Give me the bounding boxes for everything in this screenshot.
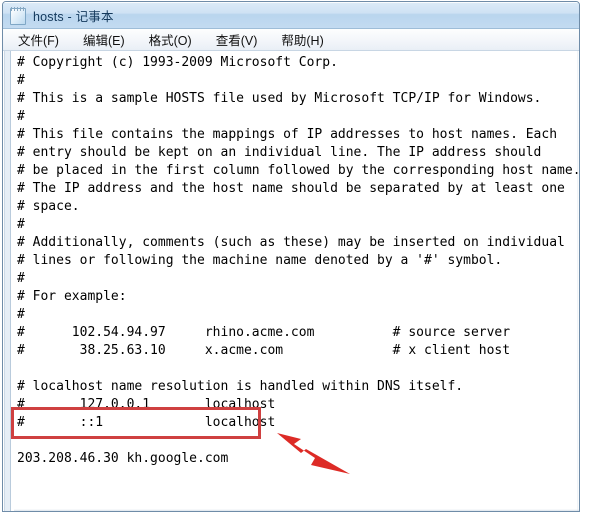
notepad-icon bbox=[9, 6, 26, 25]
menu-item-edit[interactable]: 编辑(E) bbox=[79, 29, 134, 51]
hosts-file-text[interactable]: # Copyright (c) 1993-2009 Microsoft Corp… bbox=[14, 54, 579, 468]
editor-client-area: # Copyright (c) 1993-2009 Microsoft Corp… bbox=[3, 51, 579, 511]
menu-bar: 文件(F) 编辑(E) 格式(O) 查看(V) 帮助(H) bbox=[3, 29, 579, 51]
page-right-edge bbox=[577, 51, 579, 511]
title-bar[interactable]: hosts - 记事本 bbox=[3, 2, 579, 29]
page-bottom-edge bbox=[14, 509, 579, 511]
text-editor[interactable]: # Copyright (c) 1993-2009 Microsoft Corp… bbox=[14, 51, 579, 511]
menu-item-file[interactable]: 文件(F) bbox=[14, 29, 68, 51]
window-title: hosts - 记事本 bbox=[33, 9, 114, 24]
menu-item-format[interactable]: 格式(O) bbox=[145, 29, 201, 51]
menu-item-view[interactable]: 查看(V) bbox=[212, 29, 267, 51]
notepad-window: hosts - 记事本 文件(F) 编辑(E) 格式(O) 查看(V) 帮助(H… bbox=[2, 1, 580, 512]
menu-item-help[interactable]: 帮助(H) bbox=[277, 29, 332, 51]
left-margin-gutter bbox=[3, 51, 14, 511]
